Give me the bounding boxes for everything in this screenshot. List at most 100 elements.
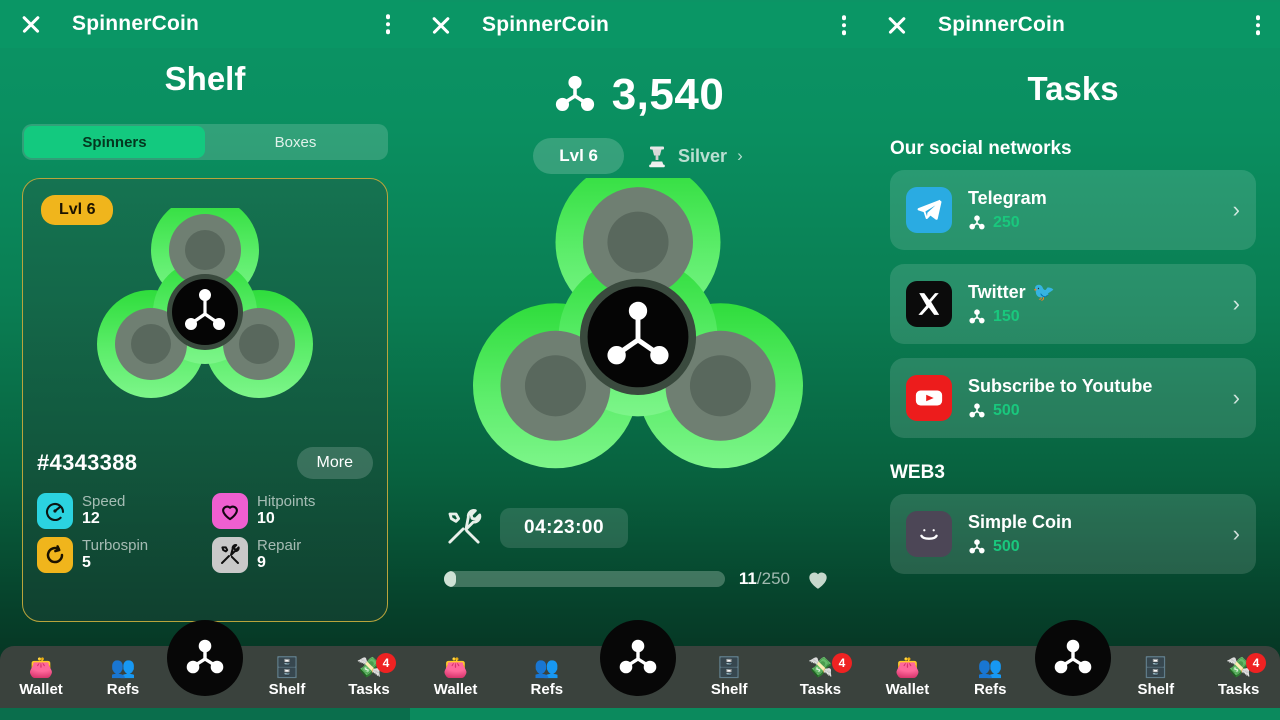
tools-icon: [448, 509, 482, 544]
nav-item-shelf[interactable]: 🗄️ Shelf: [684, 657, 775, 698]
nav-item-tasks[interactable]: 💸 Tasks 4: [328, 652, 410, 698]
app-title: SpinnerCoin: [938, 13, 1066, 36]
fidget-spinner-icon: [473, 178, 803, 469]
refresh-icon: [37, 537, 73, 573]
spinner-card[interactable]: Lvl 6 #4343388 More Speed 12 Hitpoints 1…: [22, 178, 388, 622]
chevron-right-icon: ›: [1232, 291, 1240, 316]
task-card-twitter[interactable]: Twitter 🐦 150 ›: [890, 264, 1256, 344]
stat-value: 10: [257, 510, 275, 528]
app-title: SpinnerCoin: [482, 13, 610, 36]
spinner-id: #4343388: [37, 450, 138, 475]
smiley-icon: [906, 511, 952, 557]
close-icon[interactable]: [18, 11, 44, 37]
tasks-badge: 4: [376, 652, 396, 673]
energy-progress-fill: [444, 571, 457, 587]
tasks-icon: 💸: [1226, 656, 1252, 679]
rank-name: Silver: [678, 145, 728, 166]
nav-item-refs[interactable]: 👥 Refs: [501, 657, 592, 698]
stat-speed: Speed 12: [37, 493, 198, 529]
energy-count: 11/250: [739, 569, 790, 589]
nav-item-refs[interactable]: 👥 Refs: [82, 657, 164, 698]
stat-value: 5: [82, 554, 91, 572]
nav-label: Wallet: [885, 680, 930, 698]
more-button[interactable]: More: [296, 447, 373, 479]
rank-chip[interactable]: Silver ›: [646, 144, 743, 168]
nav-label: Refs: [106, 680, 140, 698]
nav-center-spinner-button[interactable]: [1035, 620, 1111, 696]
wallet-icon: 👛: [28, 656, 54, 679]
nav-item-wallet[interactable]: 👛 Wallet: [0, 657, 82, 698]
energy-progress-bar[interactable]: [444, 571, 725, 587]
task-title: Subscribe to Youtube: [968, 376, 1217, 397]
task-title: Twitter 🐦: [968, 282, 1217, 303]
spinner-coin-icon: [969, 309, 985, 324]
task-title-text: Simple Coin: [968, 512, 1073, 532]
stat-repair: Repair 9: [212, 537, 373, 573]
trophy-icon: [649, 146, 665, 168]
spinner-coin-icon: [969, 539, 985, 554]
spinner-coin-icon: [969, 215, 985, 230]
task-reward-value: 500: [993, 538, 1020, 555]
nav-label: Tasks: [348, 680, 390, 698]
section-title-social: Our social networks: [890, 138, 1072, 159]
nav-label: Tasks: [799, 680, 842, 698]
kebab-menu-icon[interactable]: [841, 12, 846, 38]
energy-current: 11: [738, 569, 757, 588]
task-card-telegram[interactable]: Telegram 250 ›: [890, 170, 1256, 250]
nav-item-wallet[interactable]: 👛 Wallet: [866, 657, 949, 698]
close-icon[interactable]: [428, 12, 454, 38]
stat-label: Turbospin: [82, 536, 149, 554]
tools-icon: [212, 537, 248, 573]
speedometer-icon: [37, 493, 73, 529]
bottom-strip: [410, 708, 866, 720]
task-title: Telegram: [968, 188, 1217, 209]
wallet-icon: 👛: [894, 656, 920, 679]
nav-label: Refs: [973, 680, 1007, 698]
spinner-level-badge: Lvl 6: [41, 195, 114, 225]
task-reward: 500: [968, 402, 1217, 420]
spinner-preview: [37, 191, 373, 441]
nav-item-shelf[interactable]: 🗄️ Shelf: [1114, 657, 1197, 698]
level-chip[interactable]: Lvl 6: [533, 138, 625, 174]
nav-center-spinner-button[interactable]: [167, 620, 243, 696]
nav-item-tasks[interactable]: 💸 Tasks 4: [775, 652, 866, 698]
task-card-simple-coin[interactable]: Simple Coin 500 ›: [890, 494, 1256, 574]
nav-item-shelf[interactable]: 🗄️ Shelf: [246, 657, 328, 698]
nav-item-tasks[interactable]: 💸 Tasks 4: [1197, 652, 1280, 698]
tab-spinners[interactable]: Spinners: [24, 126, 205, 158]
task-reward: 500: [968, 538, 1217, 556]
spinner-coin-icon: [969, 403, 985, 418]
task-card-youtube[interactable]: Subscribe to Youtube 500 ›: [890, 358, 1256, 438]
nav-center-spinner-button[interactable]: [600, 620, 676, 696]
refs-icon: 👥: [110, 656, 136, 679]
bird-emoji-icon: 🐦: [1032, 282, 1056, 302]
main-spinner[interactable]: [410, 178, 866, 508]
nav-label: Wallet: [19, 680, 63, 698]
spinner-coin-icon: [555, 75, 594, 111]
titlebar-shelf: SpinnerCoin: [0, 0, 410, 48]
task-reward: 250: [968, 214, 1217, 232]
shelf-tab-group: Spinners Boxes: [22, 124, 388, 160]
repair-timer-row: 04:23:00: [444, 508, 832, 548]
close-icon[interactable]: [884, 12, 910, 38]
panel-home: SpinnerCoin 3,540 Lvl 6 Silver › 04:23:0…: [410, 0, 866, 720]
bottom-strip: [866, 708, 1280, 720]
app-title: SpinnerCoin: [72, 12, 200, 35]
task-title: Simple Coin: [968, 512, 1217, 533]
panel-shelf: SpinnerCoin Shelf Spinners Boxes Lvl 6 #…: [0, 0, 410, 720]
task-reward-value: 250: [993, 214, 1020, 231]
task-title-text: Telegram: [968, 188, 1047, 208]
status-chips: Lvl 6 Silver ›: [410, 138, 866, 174]
nav-item-wallet[interactable]: 👛 Wallet: [410, 657, 501, 698]
nav-item-refs[interactable]: 👥 Refs: [949, 657, 1032, 698]
stat-label: Speed: [82, 492, 126, 510]
nav-label: Tasks: [1217, 680, 1260, 698]
kebab-menu-icon[interactable]: [1255, 12, 1260, 38]
task-title-text: Subscribe to Youtube: [968, 376, 1153, 396]
kebab-menu-icon[interactable]: [385, 11, 390, 37]
nav-label: Wallet: [433, 680, 478, 698]
tab-boxes[interactable]: Boxes: [205, 126, 386, 158]
spinner-stats: Speed 12 Hitpoints 10 Turbospin 5 Repair…: [37, 493, 373, 573]
chevron-right-icon: ›: [1232, 521, 1240, 546]
repair-timer[interactable]: 04:23:00: [500, 508, 629, 548]
